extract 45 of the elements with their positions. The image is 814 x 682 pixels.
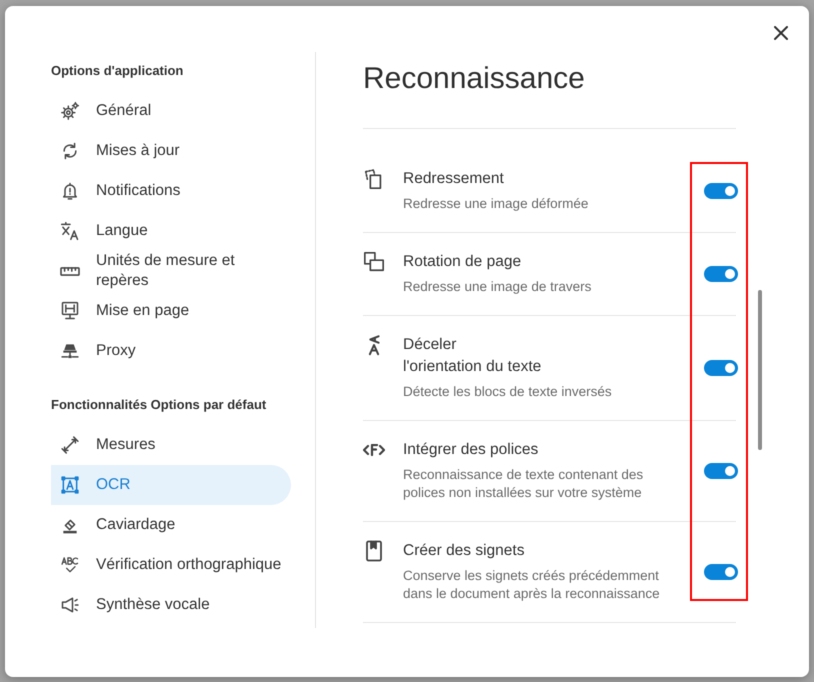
ruler-icon — [60, 266, 80, 276]
toggle-switch[interactable] — [704, 462, 738, 478]
sidebar-item[interactable]: Vérification orthographique — [51, 545, 291, 585]
sidebar-item[interactable]: OCR — [51, 465, 291, 505]
close-button[interactable] — [774, 26, 788, 40]
bell-alert-icon — [60, 181, 80, 201]
toggle-switch[interactable] — [704, 564, 738, 580]
sidebar-item[interactable]: Général — [51, 91, 291, 131]
sidebar-item[interactable]: Notifications — [51, 171, 291, 211]
sidebar-item[interactable]: Mises à jour — [51, 131, 291, 171]
panel-title: Reconnaissance — [363, 61, 586, 97]
option-description: Redresse une image déformée — [403, 195, 590, 213]
sidebar-item[interactable]: Unités de mesure et repères — [51, 251, 291, 291]
sidebar-item[interactable]: Caviardage — [51, 505, 291, 545]
section-heading: Options d'application — [51, 62, 184, 80]
option-title: Redressement — [403, 169, 505, 189]
option-description: Conserve les signets créés précédemment dans le document après la reconnaissance — [403, 567, 661, 603]
spellcheck-icon — [60, 555, 80, 575]
bookmark-icon — [366, 540, 382, 562]
option-title: Déceler l'orientation du texte — [403, 335, 542, 377]
text-frame-icon — [60, 475, 80, 495]
section-heading: Fonctionnalités Options par défaut — [51, 396, 268, 414]
option-title: Créer des signets — [403, 541, 526, 561]
sidebar-item[interactable]: Synthèse vocale — [51, 585, 291, 625]
angle-brackets-f-icon — [363, 444, 385, 456]
sidebar-item[interactable]: Proxy — [51, 331, 291, 371]
sidebar-item[interactable]: Mise en page — [51, 291, 291, 331]
toggle-switch[interactable] — [704, 266, 738, 282]
overlapping-rectangles-icon — [363, 251, 385, 273]
sidebar-item[interactable]: Langue — [51, 211, 291, 251]
option-description: Reconnaissance de texte contenant des polices non installées sur votre système — [403, 466, 644, 502]
sidebar-item[interactable]: Mesures — [51, 425, 291, 465]
option-description: Détecte les blocs de texte inversés — [403, 383, 613, 401]
scrollbar-thumb[interactable] — [758, 290, 762, 450]
close-icon — [774, 26, 788, 40]
measure-arrow-icon — [60, 435, 80, 455]
megaphone-icon — [60, 595, 80, 615]
toggle-switch[interactable] — [704, 360, 738, 376]
option-title: Intégrer des polices — [403, 440, 540, 460]
monitor-icon — [60, 301, 80, 321]
toggle-switch[interactable] — [704, 182, 738, 198]
option-title: Rotation de page — [403, 252, 522, 272]
gear-icon — [60, 101, 80, 121]
translate-icon — [60, 221, 80, 241]
option-description: Redresse une image de travers — [403, 278, 592, 296]
